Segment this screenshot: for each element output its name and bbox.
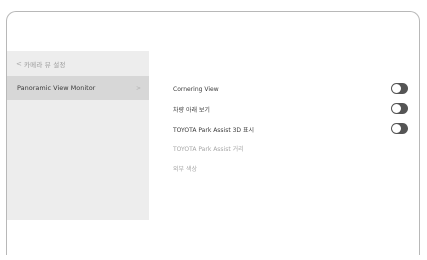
back-arrow-icon: <: [16, 59, 22, 68]
setting-label: TOYOTA Park Assist 거리: [173, 145, 244, 153]
back-to-camera-view-settings[interactable]: < 카메라 뷰 설정: [7, 51, 149, 76]
chevron-right-icon: >: [135, 84, 141, 92]
sidebar-header-title: 카메라 뷰 설정: [24, 60, 66, 69]
setting-label: TOYOTA Park Assist 3D 표시: [173, 126, 254, 134]
setting-label: Cornering View: [173, 85, 219, 93]
setting-row-exterior-color[interactable]: 외부 색상: [173, 159, 408, 177]
setting-row-cornering-view[interactable]: Cornering View: [173, 80, 408, 98]
setting-row-park-assist-3d[interactable]: TOYOTA Park Assist 3D 표시: [173, 120, 408, 138]
toggle-switch[interactable]: [391, 103, 408, 114]
toggle-knob: [392, 124, 401, 133]
setting-label: 외부 색상: [173, 165, 197, 173]
toggle-switch[interactable]: [391, 83, 408, 94]
toggle-switch[interactable]: [391, 123, 408, 134]
setting-row-underfloor-view[interactable]: 차량 아래 보기: [173, 100, 408, 118]
toggle-knob: [392, 84, 401, 93]
setting-row-park-assist-distance[interactable]: TOYOTA Park Assist 거리: [173, 139, 408, 157]
sidebar: < 카메라 뷰 설정 Panoramic View Monitor >: [7, 51, 149, 220]
setting-label: 차량 아래 보기: [173, 106, 210, 114]
sidebar-item-panoramic-view-monitor[interactable]: Panoramic View Monitor >: [7, 76, 149, 100]
sidebar-item-label: Panoramic View Monitor: [17, 84, 96, 92]
toggle-knob: [392, 104, 401, 113]
